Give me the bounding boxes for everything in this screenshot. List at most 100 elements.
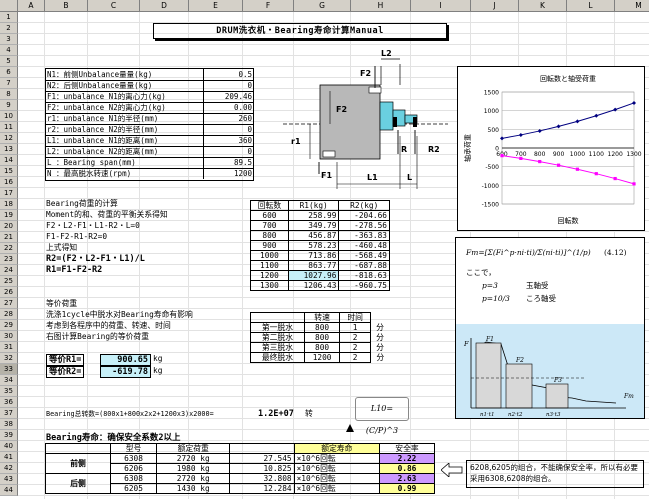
load-table-cell[interactable]: -960.75 — [338, 280, 390, 291]
load-table-cell[interactable]: 349.79 — [287, 220, 340, 231]
load-table-cell[interactable]: -568.49 — [338, 250, 390, 261]
row-header-23[interactable]: 23 — [0, 254, 18, 265]
load-table-cell[interactable]: 1027.96 — [287, 270, 340, 281]
row-header-38[interactable]: 38 — [0, 419, 18, 430]
row-header-15[interactable]: 15 — [0, 166, 18, 177]
load-table-cell[interactable]: 1300 — [250, 280, 289, 291]
row-header-27[interactable]: 27 — [0, 298, 18, 309]
load-table-cell[interactable]: 578.23 — [287, 240, 340, 251]
spin-table-cell[interactable]: 1200 — [303, 352, 341, 363]
column-header-f[interactable]: F — [243, 0, 294, 12]
row-header-37[interactable]: 37 — [0, 408, 18, 419]
load-table-cell[interactable]: 700 — [250, 220, 289, 231]
row-header-6[interactable]: 6 — [0, 67, 18, 78]
spin-table-cell[interactable]: 1 — [339, 322, 371, 333]
param-value[interactable]: 260 — [203, 113, 252, 124]
param-value[interactable]: 0 — [203, 146, 252, 157]
load-table-cell[interactable]: -204.66 — [338, 210, 390, 221]
row-header-10[interactable]: 10 — [0, 111, 18, 122]
row-header-20[interactable]: 20 — [0, 221, 18, 232]
row-header-30[interactable]: 30 — [0, 331, 18, 342]
spin-table-cell[interactable]: 2 — [339, 352, 371, 363]
load-table-cell[interactable]: -818.63 — [338, 270, 390, 281]
spin-table-cell[interactable]: 2 — [339, 332, 371, 343]
param-value[interactable]: 0 — [203, 124, 252, 135]
equiv-result-value[interactable]: 900.65 — [100, 354, 151, 366]
load-table-cell[interactable]: -460.48 — [338, 240, 390, 251]
column-header-h[interactable]: H — [351, 0, 411, 12]
row-header-33[interactable]: 33 — [0, 364, 18, 375]
life-table-cell[interactable]: 6308 — [109, 473, 158, 484]
column-header-l[interactable]: L — [567, 0, 615, 12]
column-header-g[interactable]: G — [294, 0, 351, 12]
row-header-2[interactable]: 2 — [0, 23, 18, 34]
row-header-41[interactable]: 41 — [0, 452, 18, 463]
column-header-b[interactable]: B — [45, 0, 88, 12]
row-header-12[interactable]: 12 — [0, 133, 18, 144]
row-header-1[interactable]: 1 — [0, 12, 18, 23]
column-header-k[interactable]: K — [519, 0, 567, 12]
column-header-d[interactable]: D — [140, 0, 189, 12]
row-header-7[interactable]: 7 — [0, 78, 18, 89]
row-header-26[interactable]: 26 — [0, 287, 18, 298]
spin-table-cell[interactable]: 2 — [339, 342, 371, 353]
load-table-cell[interactable]: 800 — [250, 230, 289, 241]
equiv-result-value[interactable]: -619.78 — [100, 366, 151, 378]
load-table-cell[interactable]: 456.87 — [287, 230, 340, 241]
row-header-25[interactable]: 25 — [0, 276, 18, 287]
column-header-j[interactable]: J — [471, 0, 519, 12]
row-header-19[interactable]: 19 — [0, 210, 18, 221]
row-header-18[interactable]: 18 — [0, 199, 18, 210]
column-header-a[interactable]: A — [18, 0, 45, 12]
row-header-14[interactable]: 14 — [0, 155, 18, 166]
row-header-31[interactable]: 31 — [0, 342, 18, 353]
row-header-32[interactable]: 32 — [0, 353, 18, 364]
column-header-c[interactable]: C — [88, 0, 140, 12]
row-header-3[interactable]: 3 — [0, 34, 18, 45]
row-header-40[interactable]: 40 — [0, 441, 18, 452]
row-header-34[interactable]: 34 — [0, 375, 18, 386]
row-header-11[interactable]: 11 — [0, 122, 18, 133]
load-table-cell[interactable]: -687.88 — [338, 260, 390, 271]
row-header-4[interactable]: 4 — [0, 45, 18, 56]
column-header-m[interactable]: M — [615, 0, 649, 12]
param-value[interactable]: 89.5 — [203, 157, 252, 168]
row-header-29[interactable]: 29 — [0, 320, 18, 331]
param-value[interactable]: 1200 — [203, 168, 252, 179]
row-header-21[interactable]: 21 — [0, 232, 18, 243]
load-table-cell[interactable]: 900 — [250, 240, 289, 251]
spin-table-cell[interactable]: 800 — [303, 322, 341, 333]
row-header-28[interactable]: 28 — [0, 309, 18, 320]
row-header-24[interactable]: 24 — [0, 265, 18, 276]
load-table-cell[interactable]: 258.99 — [287, 210, 340, 221]
row-header-22[interactable]: 22 — [0, 243, 18, 254]
row-header-17[interactable]: 17 — [0, 188, 18, 199]
row-header-36[interactable]: 36 — [0, 397, 18, 408]
select-all-corner[interactable] — [0, 0, 18, 12]
row-header-35[interactable]: 35 — [0, 386, 18, 397]
load-table-cell[interactable]: -278.56 — [338, 220, 390, 231]
param-value[interactable]: 0.5 — [203, 69, 252, 80]
row-header-42[interactable]: 42 — [0, 463, 18, 474]
row-header-39[interactable]: 39 — [0, 430, 18, 441]
load-table-cell[interactable]: 1206.43 — [287, 280, 340, 291]
load-table-cell[interactable]: 713.86 — [287, 250, 340, 261]
load-table-cell[interactable]: 1100 — [250, 260, 289, 271]
spin-table-cell[interactable]: 800 — [303, 342, 341, 353]
load-table-cell[interactable]: 1000 — [250, 250, 289, 261]
load-table-cell[interactable]: 600 — [250, 210, 289, 221]
life-table-cell[interactable]: 6205 — [109, 483, 158, 494]
column-header-e[interactable]: E — [189, 0, 243, 12]
load-table-cell[interactable]: -363.83 — [338, 230, 390, 241]
param-value[interactable]: 0 — [203, 80, 252, 91]
param-value[interactable]: 0.00 — [203, 102, 252, 113]
row-header-5[interactable]: 5 — [0, 56, 18, 67]
life-table-cell[interactable]: 6308 — [109, 453, 158, 464]
param-value[interactable]: 360 — [203, 135, 252, 146]
row-header-9[interactable]: 9 — [0, 100, 18, 111]
row-header-8[interactable]: 8 — [0, 89, 18, 100]
load-chart[interactable]: -1500-1000-50005001000150060070080090010… — [457, 66, 645, 231]
life-table-cell[interactable]: 6206 — [109, 463, 158, 474]
row-header-16[interactable]: 16 — [0, 177, 18, 188]
param-value[interactable]: 209.46 — [203, 91, 252, 102]
